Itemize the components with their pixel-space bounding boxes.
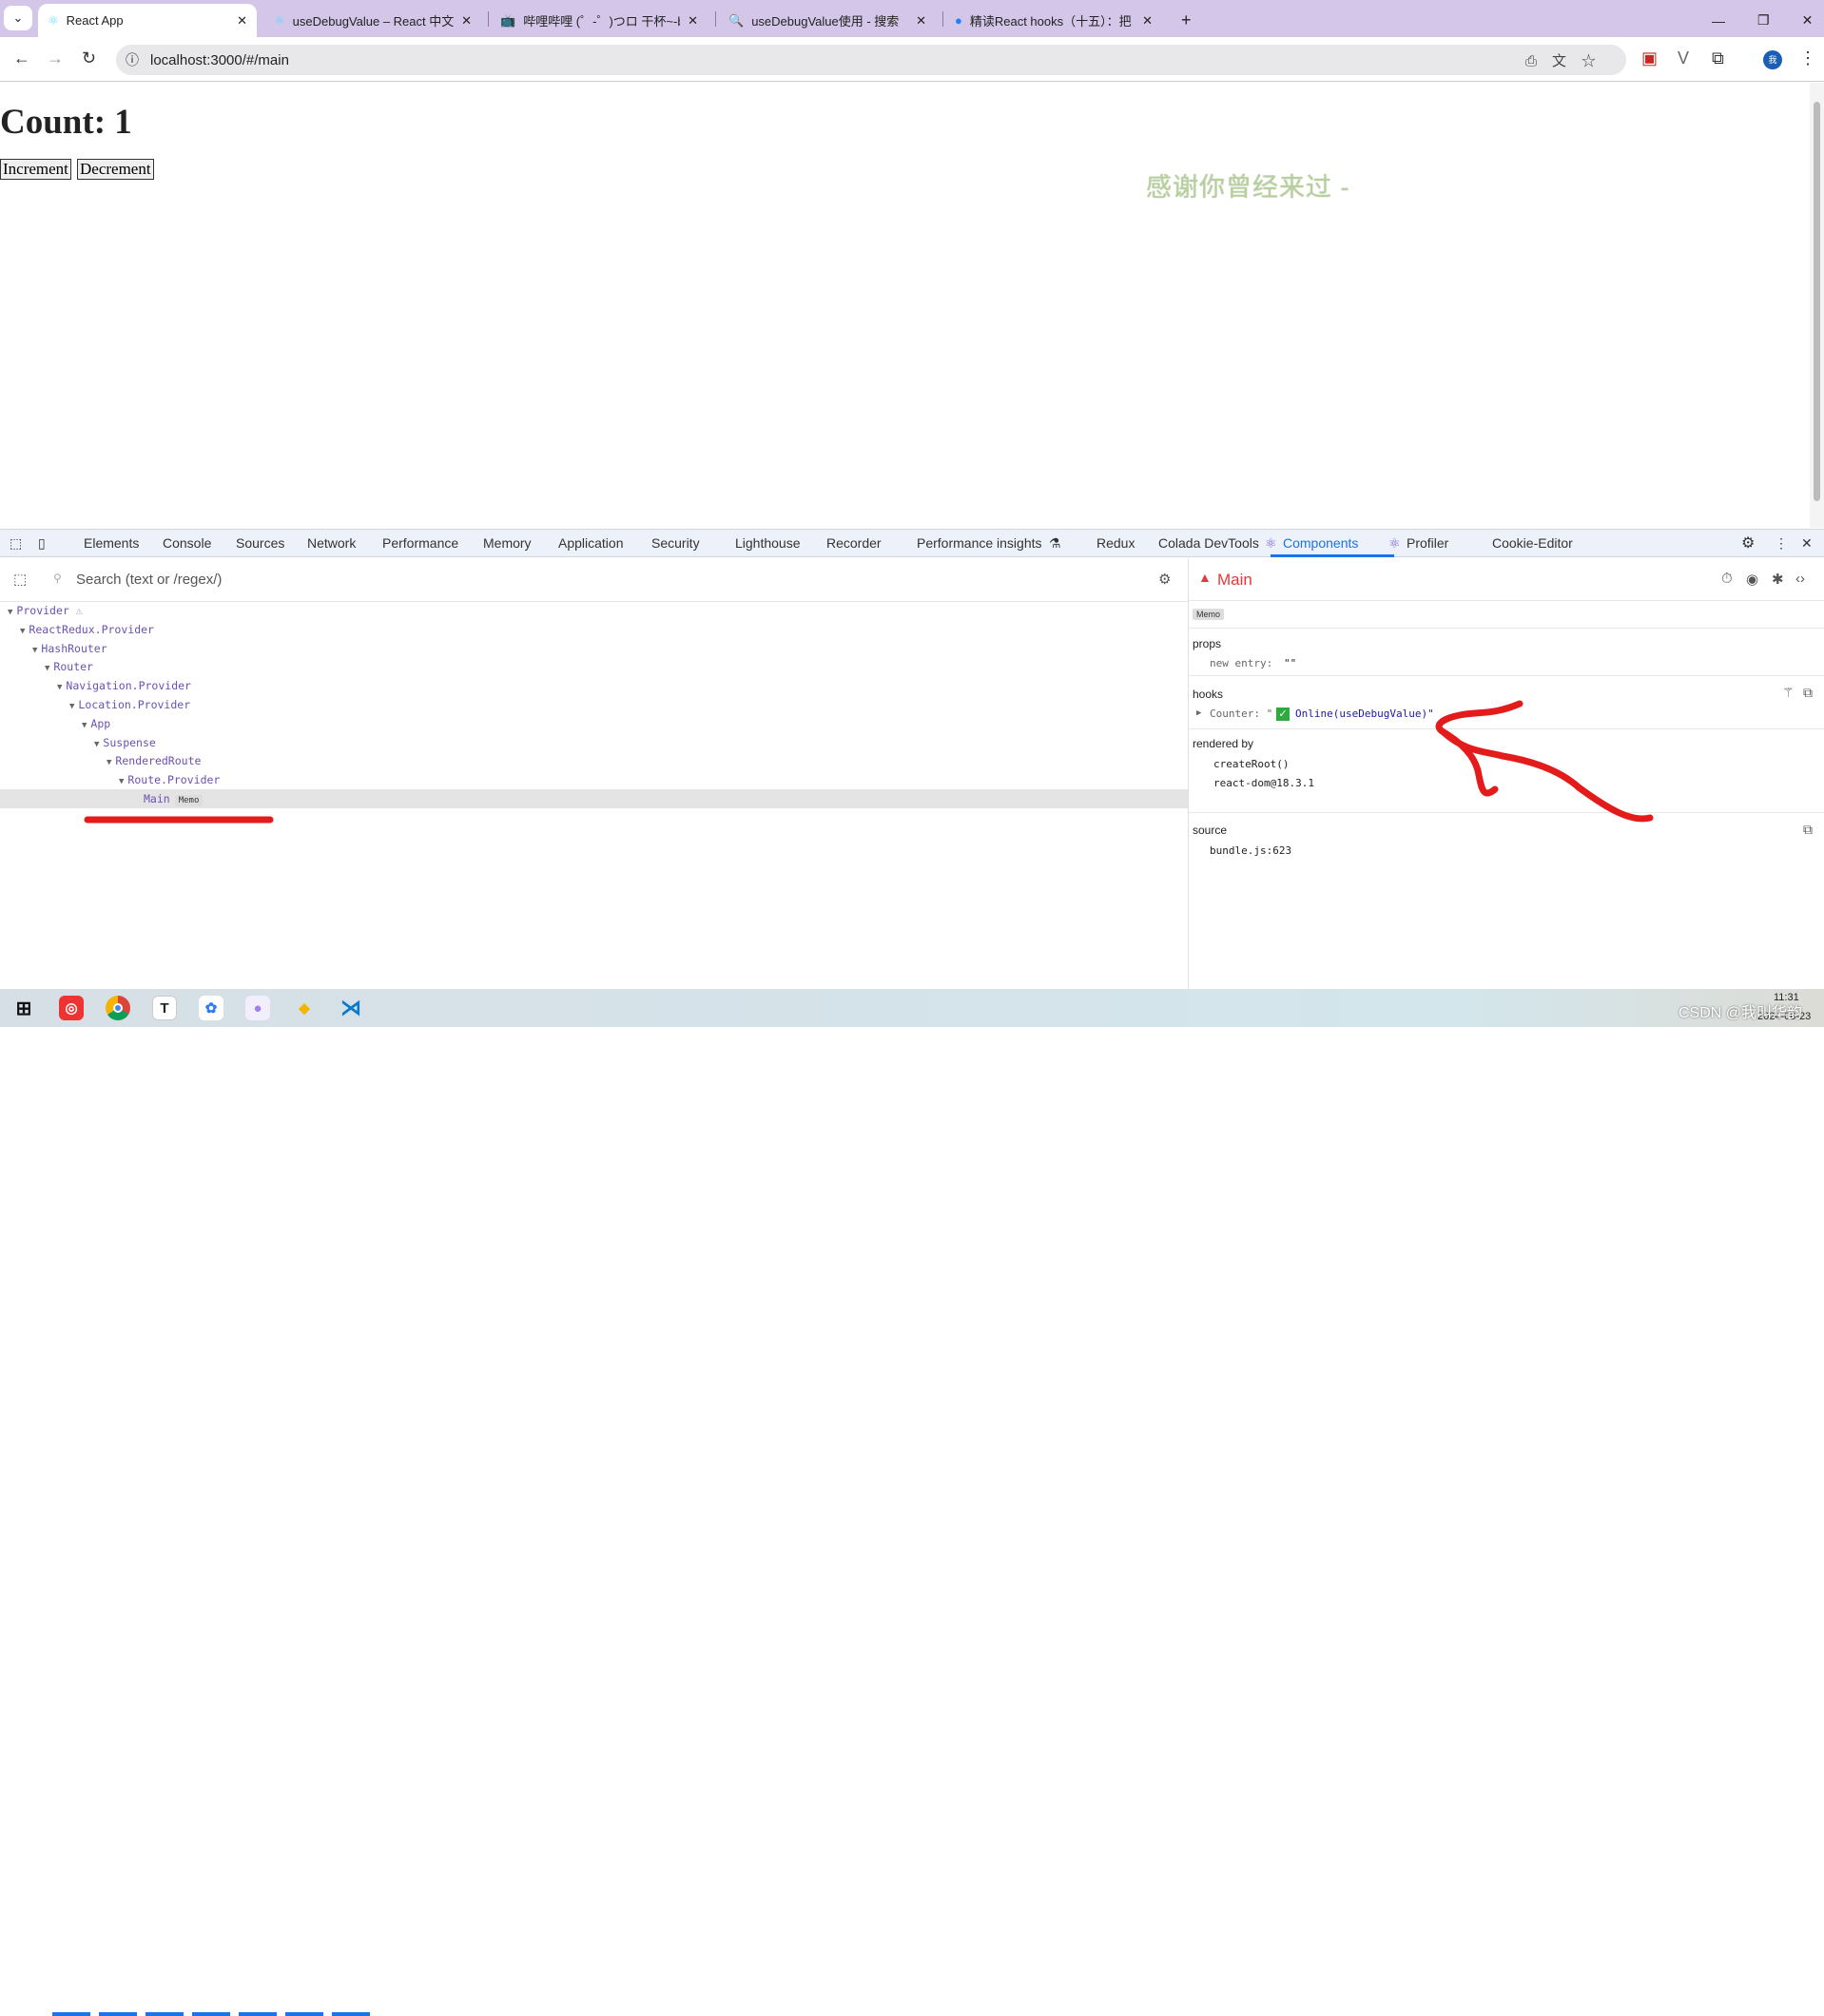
app-icon[interactable]: ◆: [292, 996, 317, 1020]
vscode-icon[interactable]: ⋊: [339, 996, 363, 1020]
red-annotations: [84, 700, 1654, 824]
watermark: CSDN @我叫华韵: [1678, 1005, 1803, 1021]
chrome-icon[interactable]: [106, 996, 130, 1020]
app-icon[interactable]: ●: [245, 996, 270, 1020]
typora-icon[interactable]: T: [152, 996, 177, 1020]
windows-start-icon[interactable]: ⊞: [11, 996, 36, 1020]
netease-music-icon[interactable]: ◎: [59, 996, 84, 1020]
arrow-annotation: [1435, 700, 1654, 823]
taskbar: ⊞ ◎ T ✿ ● ◆ ⋊ 11:31 2024-06-23 CSDN @我叫华…: [0, 989, 1824, 2016]
app-icon[interactable]: ✿: [199, 996, 223, 1020]
